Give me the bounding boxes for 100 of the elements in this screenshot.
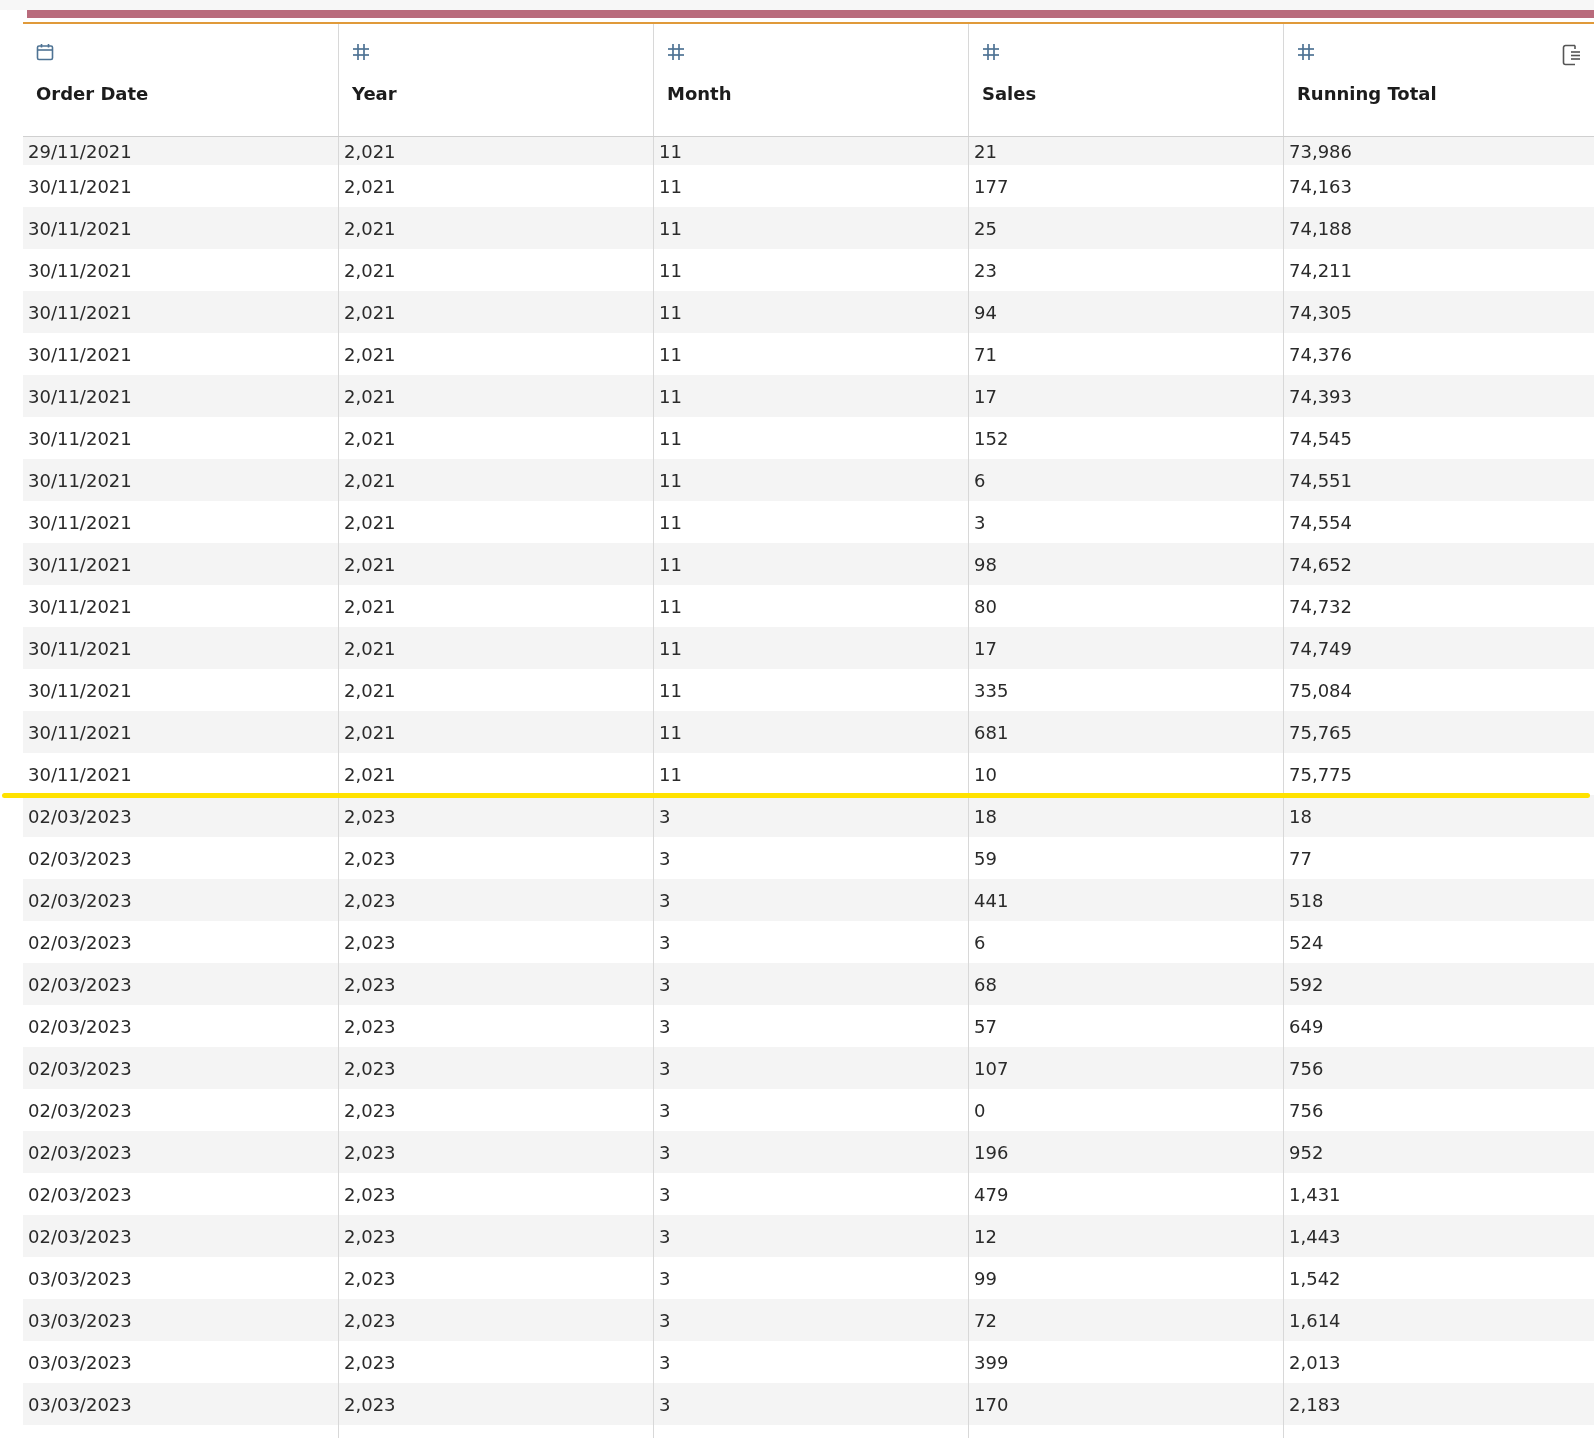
table-cell: 77: [1289, 847, 1312, 869]
table-cell: 3: [659, 1057, 671, 1079]
table-cell: 74,211: [1289, 259, 1352, 281]
table-cell: 21: [974, 140, 997, 162]
table-cell: 11: [659, 595, 682, 617]
table-cell: 479: [974, 1183, 1009, 1205]
table-cell: 74,545: [1289, 427, 1352, 449]
table-cell: 2,021: [344, 175, 396, 197]
table-cell: 10: [974, 763, 997, 785]
table-cell: 11: [659, 469, 682, 491]
table-cell: 74,163: [1289, 175, 1352, 197]
table-cell: 2,023: [344, 1141, 396, 1163]
table-cell: 2,021: [344, 259, 396, 281]
hash-icon: [982, 43, 1000, 61]
table-cell: 30/11/2021: [28, 385, 132, 407]
table-cell: 2,021: [344, 595, 396, 617]
table-cell: 2,023: [344, 1309, 396, 1331]
table-cell: 30/11/2021: [28, 175, 132, 197]
table-cell: 756: [1289, 1099, 1324, 1121]
table-cell: 3: [974, 511, 986, 533]
table-cell: 2,023: [344, 1267, 396, 1289]
table-cell: 2,021: [344, 301, 396, 323]
table-cell: 6: [974, 931, 986, 953]
table-cell: 196: [974, 1141, 1009, 1163]
table-cell: 02/03/2023: [28, 1141, 132, 1163]
column-header[interactable]: Sales: [982, 83, 1037, 104]
table-cell: 30/11/2021: [28, 595, 132, 617]
table-cell: 74,305: [1289, 301, 1352, 323]
table-cell: 03/03/2023: [28, 1393, 132, 1415]
table-cell: 11: [659, 637, 682, 659]
table-cell: 2,023: [344, 973, 396, 995]
table-cell: 11: [659, 553, 682, 575]
table-cell: 3: [659, 1141, 671, 1163]
table-cell: 0: [974, 1099, 986, 1121]
table-cell: 30/11/2021: [28, 679, 132, 701]
column-header[interactable]: Year: [352, 83, 397, 104]
table-cell: 2,021: [344, 637, 396, 659]
table-cell: 2,023: [344, 889, 396, 911]
table-cell: 3: [659, 1267, 671, 1289]
table-cell: 03/03/2023: [28, 1351, 132, 1373]
table-cell: 30/11/2021: [28, 301, 132, 323]
table-cell: 11: [659, 427, 682, 449]
table-cell: 02/03/2023: [28, 805, 132, 827]
table-cell: 518: [1289, 889, 1324, 911]
table-cell: 3: [659, 1183, 671, 1205]
table-cell: 68: [974, 973, 997, 995]
table-cell: 2,023: [344, 1057, 396, 1079]
table-cell: 74,376: [1289, 343, 1352, 365]
table-cell: 2,021: [344, 343, 396, 365]
table-cell: 649: [1289, 1015, 1324, 1037]
table-cell: 74,393: [1289, 385, 1352, 407]
table-cell: 30/11/2021: [28, 511, 132, 533]
table-cell: 2,021: [344, 553, 396, 575]
column-header[interactable]: Order Date: [36, 83, 149, 104]
table-cell: 74,554: [1289, 511, 1352, 533]
document-icon[interactable]: [1562, 44, 1582, 66]
table-cell: 2,023: [344, 1183, 396, 1205]
table-cell: 2,021: [344, 721, 396, 743]
table-cell: 3: [659, 931, 671, 953]
table-cell: 11: [659, 301, 682, 323]
table-cell: 592: [1289, 973, 1324, 995]
table-cell: 30/11/2021: [28, 637, 132, 659]
table-cell: 17: [974, 637, 997, 659]
table-cell: 73,986: [1289, 140, 1352, 162]
table-cell: 11: [659, 385, 682, 407]
table-cell: 11: [659, 343, 682, 365]
table-cell: 3: [659, 1099, 671, 1121]
table-cell: 2,023: [344, 1015, 396, 1037]
table-cell: 3: [659, 1351, 671, 1373]
table-cell: 30/11/2021: [28, 721, 132, 743]
table-cell: 2,021: [344, 763, 396, 785]
column-header[interactable]: Month: [667, 83, 732, 104]
table-cell: 2,023: [344, 1351, 396, 1373]
table-cell: 29/11/2021: [28, 140, 132, 162]
table-cell: 74,732: [1289, 595, 1352, 617]
table-cell: 02/03/2023: [28, 847, 132, 869]
table-cell: 152: [974, 427, 1009, 449]
table-cell: 02/03/2023: [28, 973, 132, 995]
table-cell: 74,652: [1289, 553, 1352, 575]
column-header[interactable]: Running Total: [1297, 83, 1437, 104]
table-cell: 2,183: [1289, 1393, 1341, 1415]
table-cell: 1,542: [1289, 1267, 1341, 1289]
table-cell: 11: [659, 679, 682, 701]
table-cell: 681: [974, 721, 1009, 743]
table-cell: 3: [659, 1309, 671, 1331]
hash-icon: [352, 43, 370, 61]
table-cell: 74,188: [1289, 217, 1352, 239]
table-cell: 75,775: [1289, 763, 1352, 785]
table-cell: 30/11/2021: [28, 259, 132, 281]
table-cell: 71: [974, 343, 997, 365]
table-cell: 75,084: [1289, 679, 1352, 701]
table-cell: 74,749: [1289, 637, 1352, 659]
table-cell: 756: [1289, 1057, 1324, 1079]
table-cell: 3: [659, 1225, 671, 1247]
table-cell: 3: [659, 973, 671, 995]
table-cell: 2,021: [344, 679, 396, 701]
table-cell: 02/03/2023: [28, 1015, 132, 1037]
table-cell: 02/03/2023: [28, 1225, 132, 1247]
table-cell: 3: [659, 1015, 671, 1037]
table-cell: 30/11/2021: [28, 343, 132, 365]
